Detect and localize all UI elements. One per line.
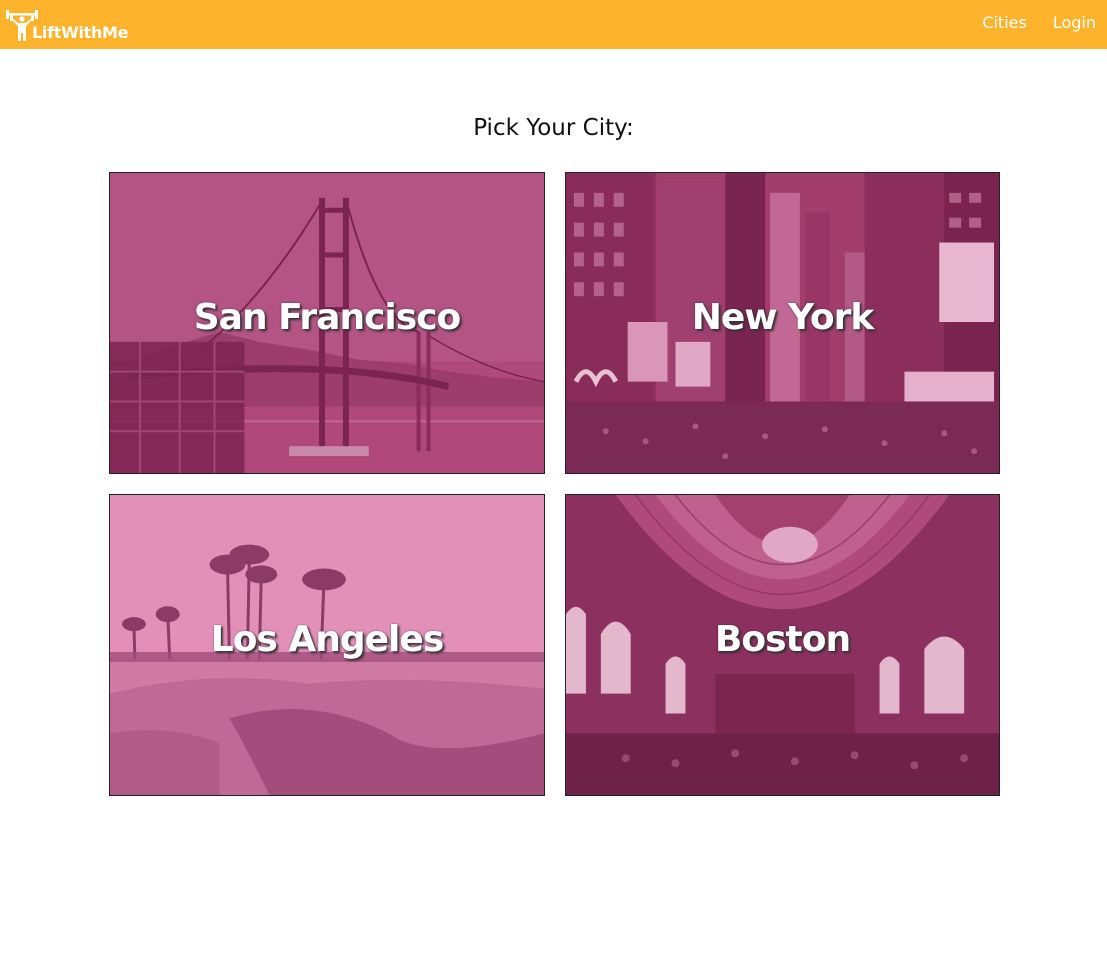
- brand-logo[interactable]: LiftWithMe: [4, 5, 129, 43]
- city-card-new-york[interactable]: New York: [565, 172, 1000, 474]
- nav-links: Cities Login: [969, 0, 1107, 49]
- city-name: San Francisco: [193, 297, 462, 338]
- city-card-los-angeles[interactable]: Los Angeles: [109, 494, 545, 796]
- brand-name: LiftWithMe: [32, 23, 129, 42]
- city-card-boston[interactable]: Boston: [565, 494, 1000, 796]
- city-card-san-francisco[interactable]: San Francisco: [109, 172, 545, 474]
- page-title: Pick Your City:: [473, 115, 634, 141]
- city-name: Los Angeles: [210, 619, 445, 660]
- city-name: Boston: [714, 619, 851, 660]
- nav-link-cities[interactable]: Cities: [982, 13, 1027, 32]
- nav-link-login[interactable]: Login: [1053, 13, 1096, 32]
- top-navbar: LiftWithMe Cities Login: [0, 0, 1107, 49]
- city-name: New York: [691, 297, 875, 338]
